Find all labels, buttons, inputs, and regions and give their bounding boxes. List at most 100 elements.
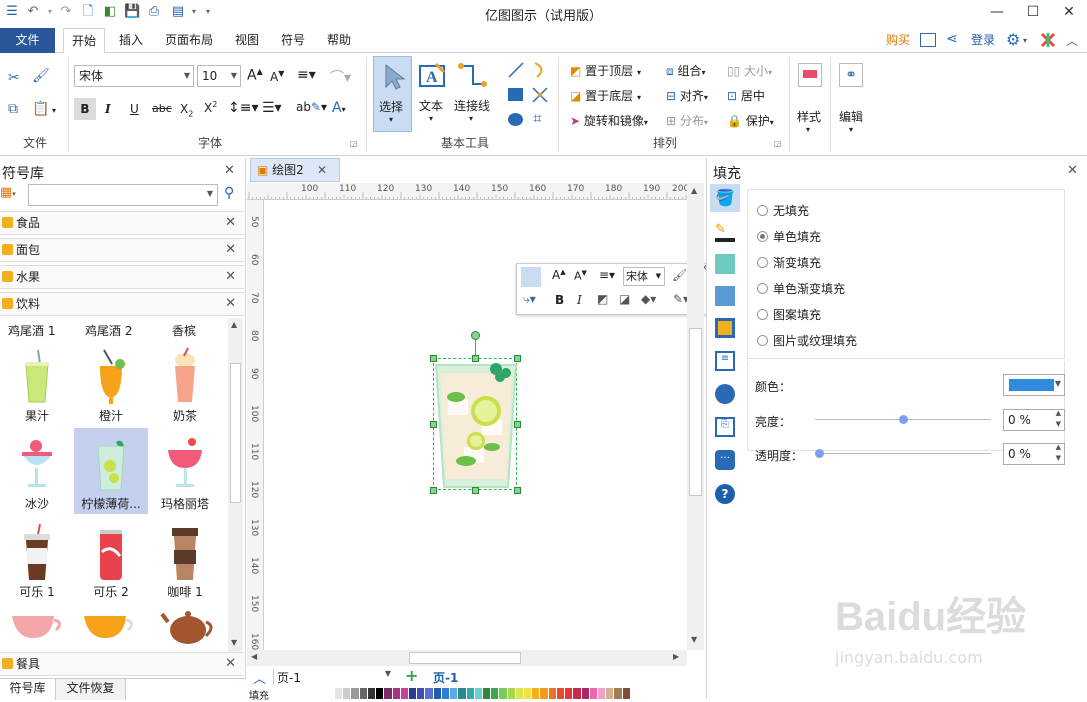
float-grow-font-icon[interactable]: A▲ xyxy=(552,268,566,282)
attachment-icon[interactable]: ⎘ xyxy=(715,417,735,437)
resize-handle[interactable] xyxy=(430,487,437,494)
tea-cup-icon[interactable] xyxy=(8,608,68,648)
resize-handle[interactable] xyxy=(472,487,479,494)
fill-option-none[interactable]: 无填充 xyxy=(757,202,809,219)
text-tool-button[interactable]: A 文本 ▾ xyxy=(416,56,450,132)
align-button[interactable]: ⊟ 对齐▾ xyxy=(666,87,708,104)
rectangle-tool-icon[interactable] xyxy=(508,88,523,101)
share-icon[interactable]: ⋖ xyxy=(946,31,958,47)
close-category-icon[interactable]: ✕ xyxy=(225,266,236,288)
text-highlight-icon[interactable]: ab✎▾ xyxy=(296,100,327,114)
palette-swatch[interactable] xyxy=(359,688,367,699)
close-category-icon[interactable]: ✕ xyxy=(225,212,236,234)
palette-swatch[interactable] xyxy=(491,688,499,699)
symbol-lemon-mint-selected[interactable]: 柠檬薄荷... xyxy=(74,428,148,514)
symbol-label-cocktail-1[interactable]: 鸡尾酒 1 xyxy=(8,322,55,339)
scroll-down-icon[interactable]: ▼ xyxy=(691,635,697,644)
palette-swatch[interactable] xyxy=(482,688,491,699)
float-align-icon[interactable]: ≡▾ xyxy=(599,268,615,282)
close-fill-panel-icon[interactable]: ✕ xyxy=(1067,163,1078,178)
teapot-icon[interactable] xyxy=(160,600,220,646)
cut-icon[interactable]: ✂ xyxy=(8,70,20,86)
float-font-select[interactable]: 宋体 ▼ xyxy=(623,267,665,286)
palette-swatch[interactable] xyxy=(614,688,622,699)
superscript-button[interactable]: X2 xyxy=(204,100,217,115)
symbol-margarita[interactable]: 玛格丽塔 xyxy=(148,428,222,514)
bring-to-front-button[interactable]: ◩ 置于顶层 ▾ xyxy=(570,62,641,79)
style-button[interactable]: 样式 ▾ xyxy=(795,59,825,149)
palette-swatch[interactable] xyxy=(540,688,548,699)
close-library-icon[interactable]: ✕ xyxy=(224,163,235,178)
scroll-right-icon[interactable]: ▶ xyxy=(673,652,679,661)
symbol-coffee-1[interactable]: 咖啡 1 xyxy=(148,516,222,602)
fill-option-solid[interactable]: 单色填充 xyxy=(757,228,821,245)
line-spacing-icon[interactable]: ↕≡▾ xyxy=(228,100,259,116)
buy-link[interactable]: 购买 xyxy=(880,28,916,53)
canvas-horizontal-scrollbar[interactable]: ◀ ▶ xyxy=(247,650,687,666)
connector-tool-button[interactable]: 连接线 ▾ xyxy=(453,56,493,132)
category-drinks[interactable]: 饮料 ✕ xyxy=(0,292,244,316)
palette-swatch[interactable] xyxy=(343,688,351,699)
send-to-back-button[interactable]: ◪ 置于底层 ▾ xyxy=(570,87,641,104)
color-picker[interactable]: ▼ xyxy=(1003,374,1065,396)
font-size-select[interactable]: 10 ▼ xyxy=(197,65,241,87)
paragraph-align-icon[interactable]: ≡▾ xyxy=(297,67,316,83)
float-bring-front-icon[interactable]: ◩ xyxy=(597,292,608,306)
crop-tool-icon[interactable]: ⌗ xyxy=(533,109,541,127)
hyperlink-icon[interactable] xyxy=(715,384,735,404)
palette-swatch[interactable] xyxy=(351,688,359,699)
minimize-icon[interactable]: — xyxy=(986,2,1008,22)
rotate-mirror-button[interactable]: ➤ 旋转和镜像▾ xyxy=(570,112,648,129)
tab-file-recovery[interactable]: 文件恢复 xyxy=(56,679,126,700)
document-tab[interactable]: ▣ 绘图2 ✕ xyxy=(250,158,340,182)
library-scroll-thumb[interactable] xyxy=(230,363,241,503)
scroll-up-icon[interactable]: ▲ xyxy=(691,186,697,195)
float-shrink-font-icon[interactable]: A▼ xyxy=(574,269,587,283)
palette-swatch[interactable] xyxy=(400,688,408,699)
brightness-slider-thumb[interactable] xyxy=(899,415,908,424)
tab-home[interactable]: 开始 xyxy=(63,28,105,54)
scroll-up-icon[interactable]: ▲ xyxy=(231,320,237,329)
fill-option-gradient[interactable]: 渐变填充 xyxy=(757,254,821,271)
transparency-input[interactable]: 0 % ▲ ▼ xyxy=(1003,443,1065,465)
distribute-button[interactable]: ⊞ 分布▾ xyxy=(666,112,708,129)
category-fruit[interactable]: 水果 ✕ xyxy=(0,265,244,289)
palette-swatch[interactable] xyxy=(474,688,482,699)
palette-swatch[interactable] xyxy=(458,688,466,699)
float-italic-icon[interactable]: I xyxy=(577,293,582,307)
palette-swatch[interactable] xyxy=(335,688,343,699)
font-dialog-launcher-icon[interactable]: ◲ xyxy=(350,139,358,148)
strikethrough-button[interactable]: abc xyxy=(152,102,172,115)
italic-button[interactable]: I xyxy=(105,102,111,116)
float-bold-icon[interactable]: B xyxy=(555,293,564,307)
palette-swatch[interactable] xyxy=(524,688,532,699)
size-button[interactable]: ▯▯ 大小▾ xyxy=(727,62,772,79)
library-search-input[interactable]: ▼ xyxy=(28,184,218,206)
float-select-icon[interactable] xyxy=(521,267,541,287)
canvas-vertical-scrollbar[interactable]: ▲ ▼ xyxy=(687,183,704,650)
image-icon[interactable] xyxy=(715,286,735,306)
line-pen-icon[interactable]: ✎ xyxy=(715,222,735,242)
palette-swatch[interactable] xyxy=(441,688,450,699)
tab-symbol[interactable]: 符号 xyxy=(273,28,313,53)
category-food[interactable]: 食品 ✕ xyxy=(0,211,244,235)
bold-button[interactable]: B xyxy=(74,98,96,120)
fill-option-picture[interactable]: 图片或纹理填充 xyxy=(757,332,857,349)
category-bread[interactable]: 面包 ✕ xyxy=(0,238,244,262)
scroll-down-icon[interactable]: ▼ xyxy=(231,638,237,647)
scroll-left-icon[interactable]: ◀ xyxy=(251,652,257,661)
transparency-slider-thumb[interactable] xyxy=(815,449,824,458)
edit-button[interactable]: ⚭ 编辑 ▾ xyxy=(836,59,868,149)
palette-swatch[interactable] xyxy=(548,688,556,699)
palette-swatch[interactable] xyxy=(581,688,589,699)
symbol-label-cocktail-2[interactable]: 鸡尾酒 2 xyxy=(85,322,132,339)
palette-swatch[interactable] xyxy=(450,688,458,699)
symbol-cola-2[interactable]: 可乐 2 xyxy=(74,516,148,602)
palette-swatch[interactable] xyxy=(425,688,433,699)
palette-swatch[interactable] xyxy=(384,688,392,699)
symbol-cola-1[interactable]: 可乐 1 xyxy=(0,516,74,602)
resize-handle[interactable] xyxy=(472,355,479,362)
transparency-stepper-icon[interactable]: ▲ ▼ xyxy=(1056,442,1061,464)
selected-shape[interactable] xyxy=(430,331,521,494)
color-swatches[interactable] xyxy=(335,688,631,699)
